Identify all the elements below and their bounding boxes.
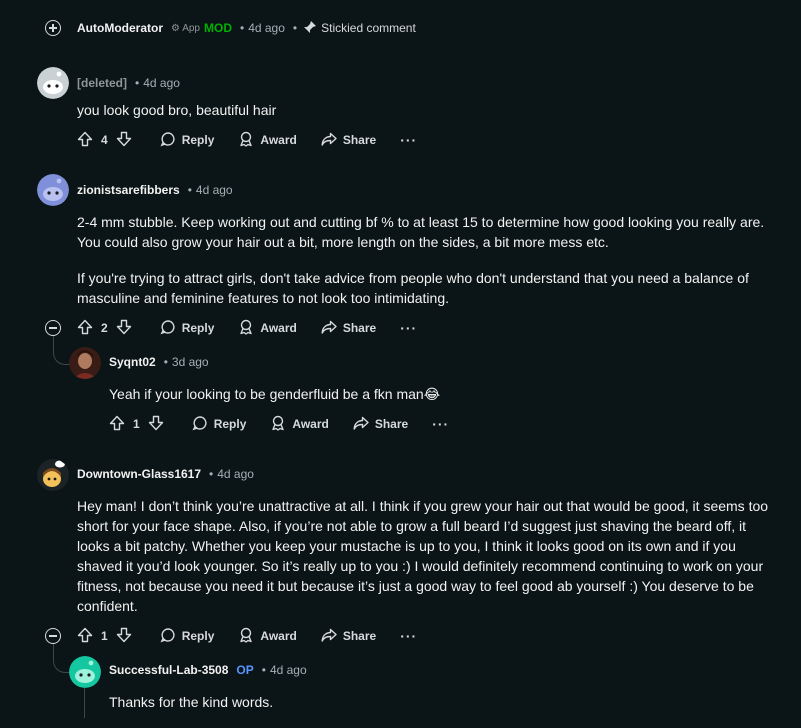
comment-meta: Syqnt02 • 3d ago xyxy=(109,353,209,371)
separator: • xyxy=(187,183,192,197)
vote-controls: 4 xyxy=(77,131,132,150)
more-options-icon[interactable]: ··· xyxy=(400,320,417,336)
share-icon xyxy=(321,319,343,338)
more-options-icon[interactable]: ··· xyxy=(432,416,449,432)
timestamp: 4d ago xyxy=(195,183,233,197)
upvote-icon[interactable] xyxy=(77,627,93,646)
comment-paragraph: Thanks for the kind words. xyxy=(109,694,274,710)
upvote-icon[interactable] xyxy=(77,319,93,338)
downvote-icon[interactable] xyxy=(116,131,132,150)
vote-count: 2 xyxy=(101,321,108,335)
collapse-thread-button[interactable] xyxy=(45,628,61,644)
comment-body: 2-4 mm stubble. Keep working out and cut… xyxy=(77,212,777,324)
timestamp: 4d ago xyxy=(269,663,307,677)
downvote-icon[interactable] xyxy=(116,319,132,338)
comment-bubble-icon xyxy=(160,627,182,646)
separator: • xyxy=(292,21,298,35)
comment-paragraph: Hey man! I don’t think you’re unattracti… xyxy=(77,498,769,614)
comment-actions: 2 Reply Award Share ··· xyxy=(77,316,417,340)
more-options-icon[interactable]: ··· xyxy=(400,132,417,148)
vote-count: 4 xyxy=(101,133,108,147)
expand-thread-button[interactable] xyxy=(45,20,61,36)
avatar xyxy=(37,174,69,206)
comment-meta: [deleted] • 4d ago xyxy=(77,74,180,92)
vote-count: 1 xyxy=(101,629,108,643)
award-icon xyxy=(270,415,292,434)
separator: • xyxy=(209,467,214,481)
vote-count: 1 xyxy=(133,417,140,431)
award-icon xyxy=(238,627,260,646)
separator: • xyxy=(261,663,266,677)
pin-icon xyxy=(303,20,317,37)
share-icon xyxy=(321,627,343,646)
comment-paragraph: 2-4 mm stubble. Keep working out and cut… xyxy=(77,214,765,250)
award-icon xyxy=(238,131,260,150)
mod-badge: MOD xyxy=(204,21,232,35)
comment-paragraph: Yeah if your looking to be genderfluid b… xyxy=(109,386,441,402)
downvote-icon[interactable] xyxy=(148,415,164,434)
comment-bubble-icon xyxy=(160,131,182,150)
author-name[interactable]: Syqnt02 xyxy=(109,355,156,369)
collapse-thread-button[interactable] xyxy=(45,320,61,336)
timestamp: 3d ago xyxy=(171,355,209,369)
comment-actions: 1 Reply Award Share ··· xyxy=(109,412,449,436)
comment-actions: 4 Reply Award Share ··· xyxy=(77,128,417,152)
downvote-icon[interactable] xyxy=(116,627,132,646)
separator: • xyxy=(163,355,168,369)
award-icon xyxy=(238,319,260,338)
app-badge: ⚙ App xyxy=(171,22,200,34)
vote-controls: 2 xyxy=(77,319,132,338)
avatar xyxy=(69,656,101,688)
avatar xyxy=(37,459,69,491)
comment-bubble-icon xyxy=(160,319,182,338)
award-button[interactable]: Award xyxy=(238,316,297,340)
award-button[interactable]: Award xyxy=(238,128,297,152)
share-icon xyxy=(321,131,343,150)
more-options-icon[interactable]: ··· xyxy=(400,628,417,644)
comment-paragraph: you look good bro, beautiful hair xyxy=(77,102,277,118)
timestamp: 4d ago xyxy=(217,467,254,481)
timestamp: 4d ago xyxy=(248,21,285,35)
reply-button[interactable]: Reply xyxy=(160,624,214,648)
comment-body: Hey man! I don’t think you’re unattracti… xyxy=(77,496,777,632)
comment-meta-automoderator: AutoModerator ⚙ App MOD • 4d ago • Stick… xyxy=(77,19,416,37)
separator: • xyxy=(135,76,140,90)
upvote-icon[interactable] xyxy=(77,131,93,150)
reply-button[interactable]: Reply xyxy=(192,412,246,436)
stickied-label: Stickied comment xyxy=(321,21,416,35)
comment-actions: 1 Reply Award Share ··· xyxy=(77,624,417,648)
share-icon xyxy=(353,415,375,434)
comment-meta: Successful-Lab-3508 OP • 4d ago xyxy=(109,661,307,679)
avatar xyxy=(37,67,69,99)
op-badge: OP xyxy=(236,663,254,677)
avatar xyxy=(69,347,101,379)
award-button[interactable]: Award xyxy=(270,412,329,436)
author-name[interactable]: zionistsarefibbers xyxy=(77,183,180,197)
author-name[interactable]: AutoModerator xyxy=(77,21,163,35)
comment-meta: zionistsarefibbers • 4d ago xyxy=(77,181,233,199)
author-name[interactable]: Successful-Lab-3508 xyxy=(109,663,228,677)
author-name[interactable]: Downtown-Glass1617 xyxy=(77,467,201,481)
share-button[interactable]: Share xyxy=(353,412,408,436)
award-button[interactable]: Award xyxy=(238,624,297,648)
separator: • xyxy=(240,21,245,35)
vote-controls: 1 xyxy=(77,627,132,646)
reply-button[interactable]: Reply xyxy=(160,316,214,340)
robot-icon: ⚙ xyxy=(171,22,180,34)
upvote-icon[interactable] xyxy=(109,415,125,434)
share-button[interactable]: Share xyxy=(321,316,376,340)
comment-body: Thanks for the kind words. xyxy=(109,692,779,728)
comment-paragraph: If you're trying to attract girls, don't… xyxy=(77,270,749,306)
timestamp: 4d ago xyxy=(143,76,180,90)
author-name: [deleted] xyxy=(77,76,128,90)
share-button[interactable]: Share xyxy=(321,128,376,152)
comment-bubble-icon xyxy=(192,415,214,434)
vote-controls: 1 xyxy=(109,415,164,434)
share-button[interactable]: Share xyxy=(321,624,376,648)
reply-button[interactable]: Reply xyxy=(160,128,214,152)
comment-meta: Downtown-Glass1617 • 4d ago xyxy=(77,465,254,483)
